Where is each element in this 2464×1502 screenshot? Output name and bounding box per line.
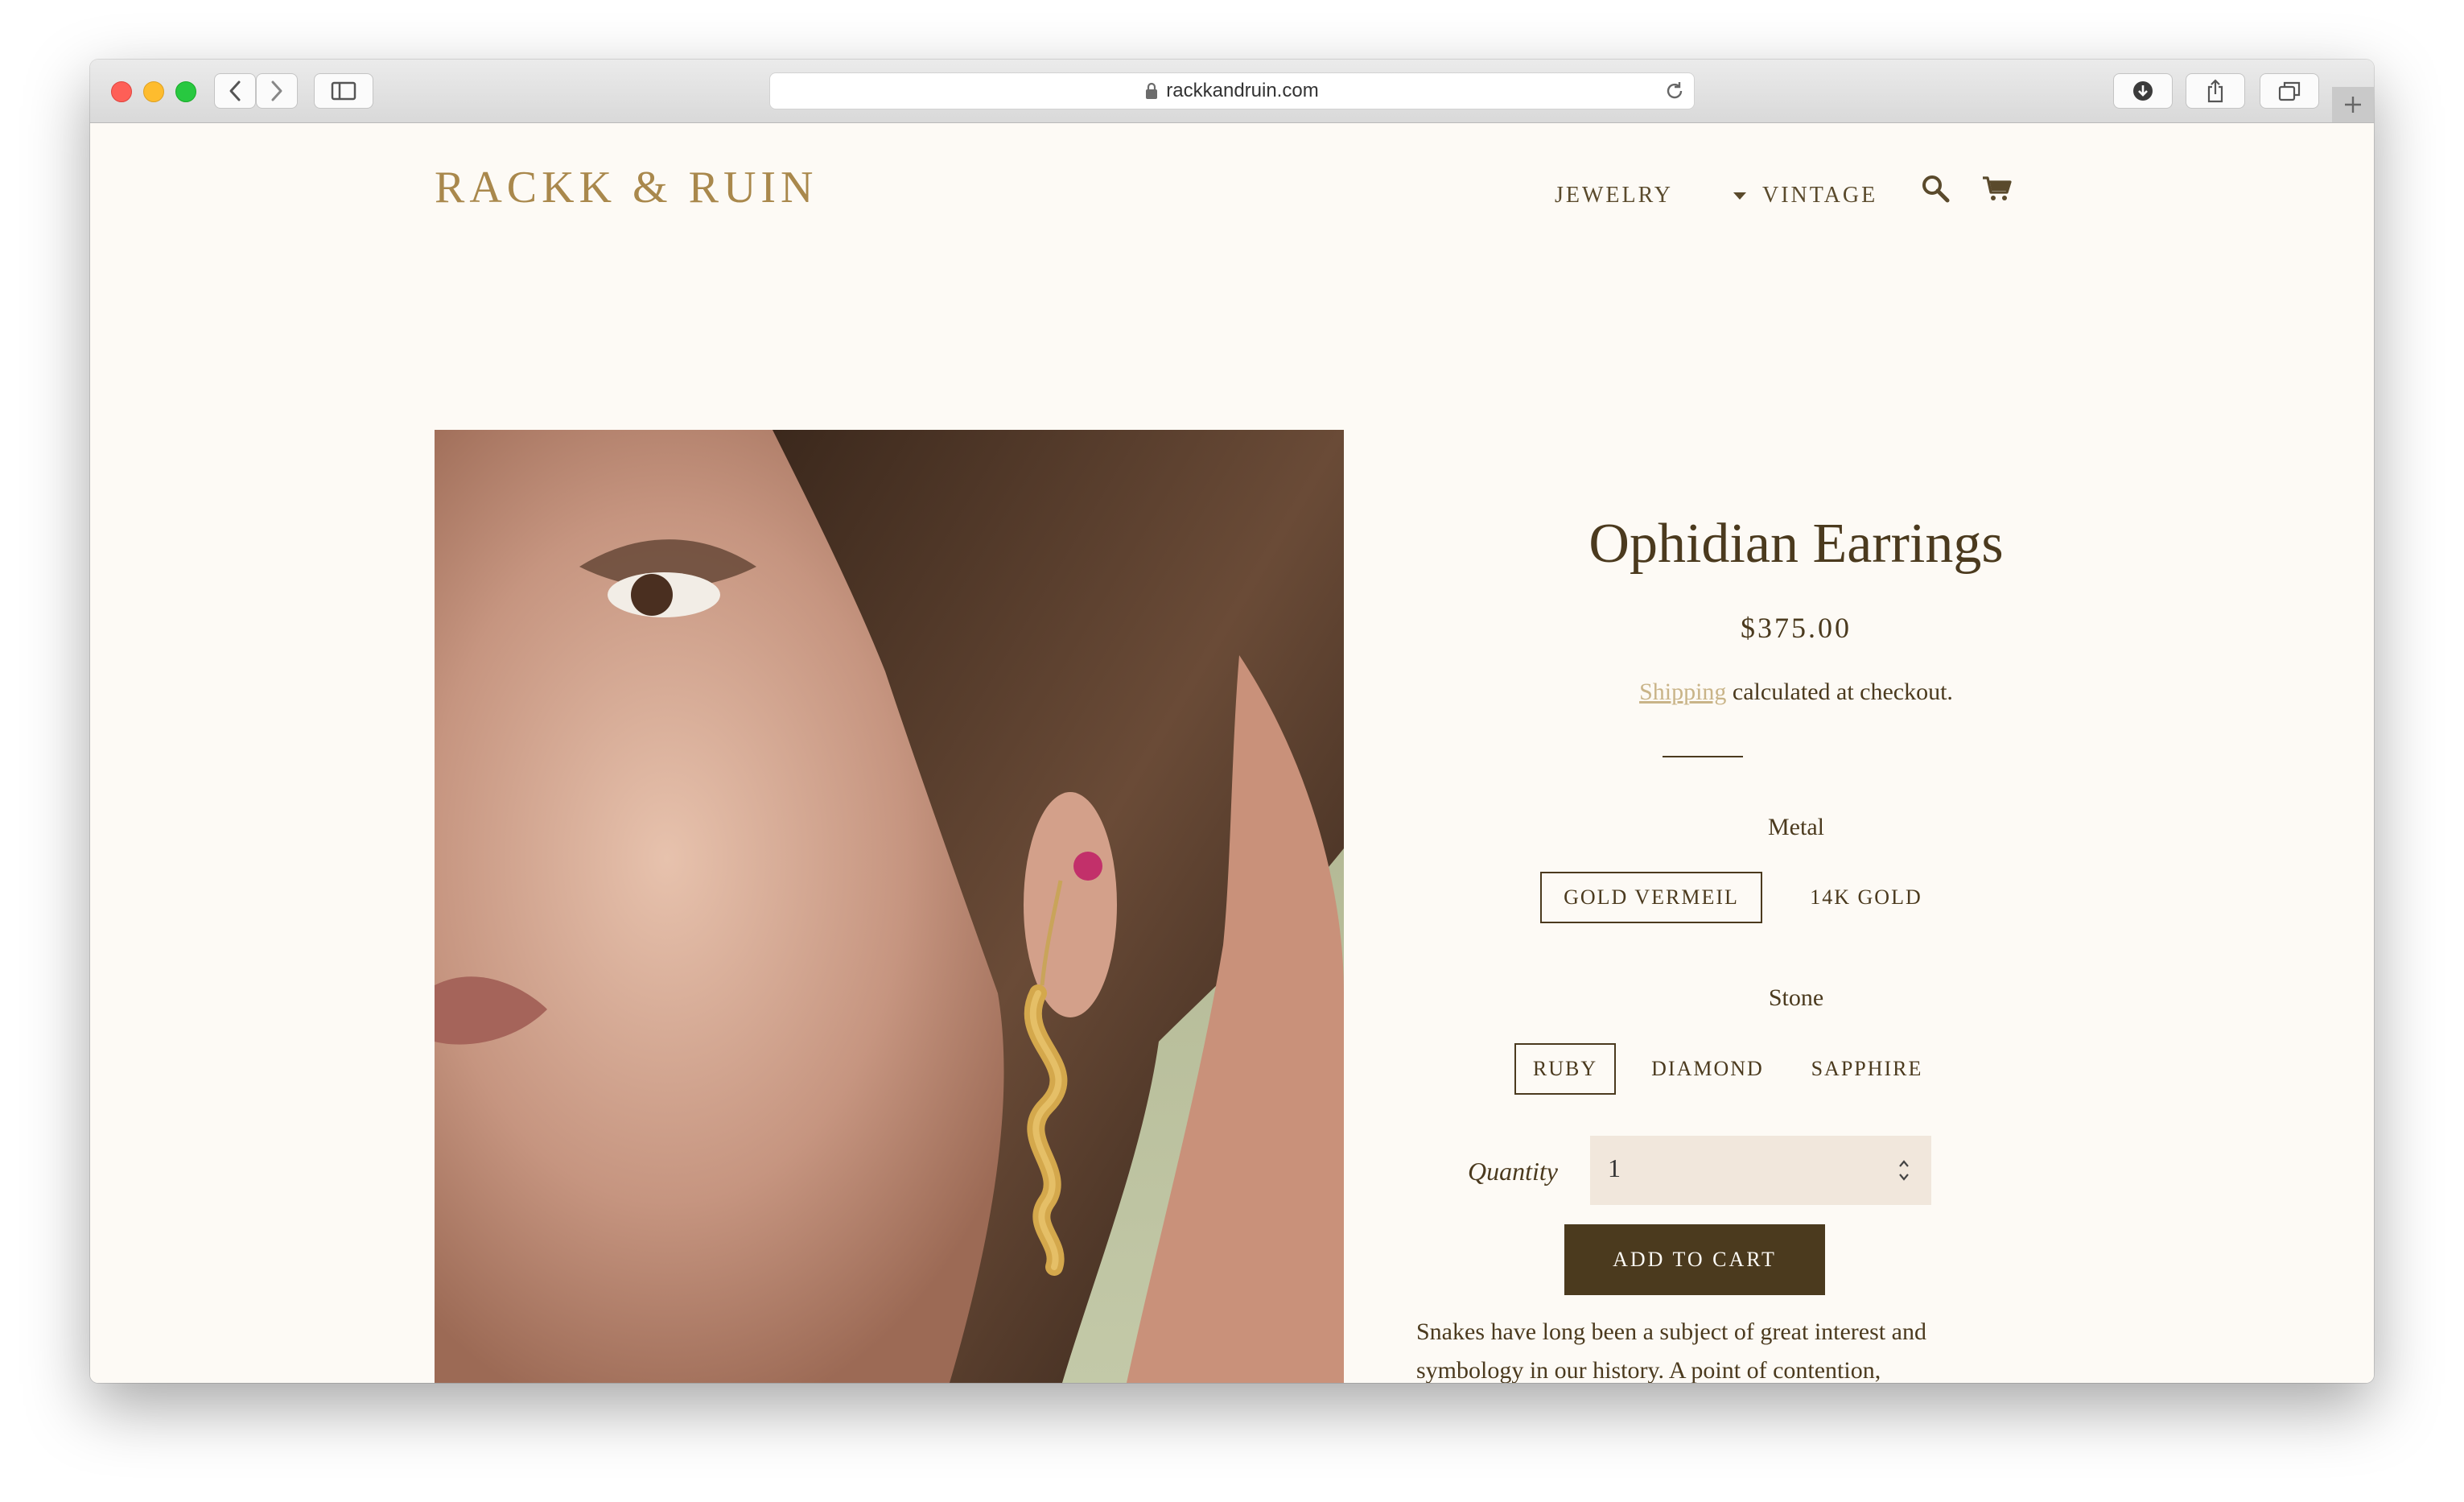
product-photo[interactable] [435, 430, 1344, 1383]
lock-icon [1146, 82, 1158, 99]
product-photo-image [435, 430, 1344, 1383]
nav-vintage[interactable]: VINTAGE [1762, 183, 1877, 208]
quantity-label: Quantity [1468, 1157, 1558, 1186]
page-content: RACKK & RUIN JEWELRY VINTAGE Ophidian Ea… [90, 123, 2374, 1383]
sidebar-toggle-button[interactable] [314, 73, 373, 109]
new-tab-button[interactable] [2332, 87, 2374, 122]
stone-option-sapphire[interactable]: SAPPHIRE [1788, 1043, 1946, 1095]
back-button[interactable] [214, 73, 256, 109]
stone-option-diamond[interactable]: DIAMOND [1637, 1043, 1778, 1095]
nav-jewelry[interactable]: JEWELRY [1555, 183, 1673, 208]
metal-option-gold-vermeil[interactable]: GOLD VERMEIL [1540, 872, 1762, 923]
zoom-window-button[interactable] [175, 81, 196, 102]
metal-label: Metal [1768, 814, 1824, 840]
description-line: symbology in our history. A point of con… [1416, 1357, 1881, 1383]
chevron-left-icon [229, 80, 241, 101]
reload-icon[interactable] [1663, 80, 1686, 102]
browser-window: rackkandruin.com RACKK & RUIN JEWELRY VI… [90, 60, 2374, 1383]
minimize-window-button[interactable] [143, 81, 164, 102]
address-bar[interactable]: rackkandruin.com [769, 72, 1695, 109]
share-button[interactable] [2186, 73, 2245, 109]
share-icon [2207, 79, 2223, 103]
stone-option-ruby[interactable]: RUBY [1514, 1043, 1616, 1095]
description-line: Snakes have long been a subject of great… [1416, 1318, 1926, 1345]
quantity-value[interactable]: 1 [1608, 1153, 1621, 1183]
sidebar-icon [331, 81, 356, 101]
shipping-note: Shipping calculated at checkout. [1458, 679, 2134, 706]
close-window-button[interactable] [111, 81, 132, 102]
browser-toolbar: rackkandruin.com [90, 60, 2374, 123]
shipping-link[interactable]: Shipping [1639, 679, 1726, 705]
stone-label: Stone [1768, 984, 1824, 1011]
plus-icon [2345, 97, 2361, 113]
shipping-note-text: calculated at checkout. [1726, 679, 1953, 705]
downloads-button[interactable] [2113, 73, 2173, 109]
tabs-overview-button[interactable] [2260, 73, 2319, 109]
download-icon [2133, 81, 2153, 101]
quantity-stepper[interactable]: 1 [1590, 1136, 1931, 1205]
tabs-icon [2278, 81, 2301, 101]
url-text: rackkandruin.com [1166, 80, 1319, 101]
forward-button[interactable] [256, 73, 298, 109]
product-price: $375.00 [1741, 612, 1852, 644]
add-to-cart-button[interactable]: ADD TO CART [1564, 1224, 1825, 1295]
site-logo[interactable]: RACKK & RUIN [435, 162, 818, 213]
caret-down-icon[interactable] [1733, 192, 1746, 200]
stepper-arrows-icon[interactable] [1897, 1157, 1910, 1184]
chevron-right-icon [271, 80, 282, 101]
divider [1663, 756, 1743, 757]
product-description: Snakes have long been a subject of great… [1416, 1313, 2012, 1383]
product-title: Ophidian Earrings [1588, 513, 2004, 575]
search-icon[interactable] [1920, 173, 1952, 205]
cart-icon[interactable] [1981, 175, 2013, 204]
metal-option-14k-gold[interactable]: 14K GOLD [1786, 872, 1946, 923]
